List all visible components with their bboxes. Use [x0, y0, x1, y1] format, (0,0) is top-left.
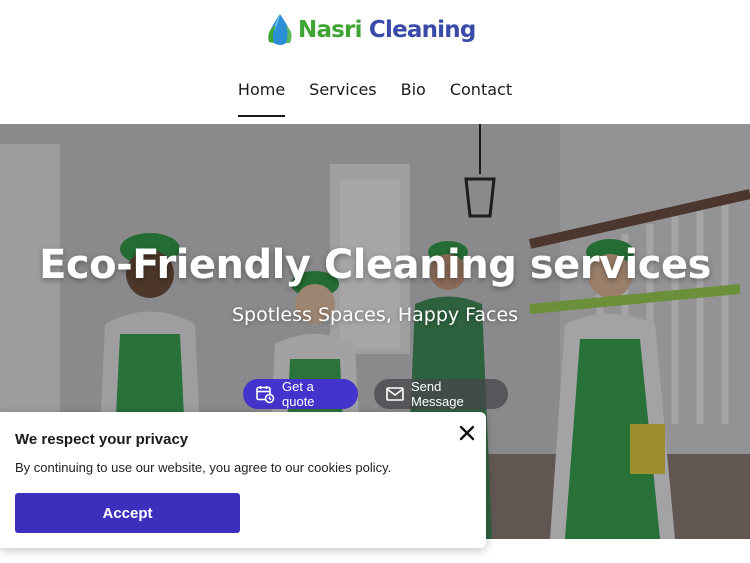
main-nav: Home Services Bio Contact	[0, 80, 750, 117]
privacy-text: By continuing to use our website, you ag…	[15, 460, 392, 475]
nav-item-contact[interactable]: Contact	[450, 80, 512, 117]
get-a-quote-button[interactable]: Get a quote	[243, 379, 358, 409]
send-message-button[interactable]: Send Message	[374, 379, 508, 409]
hero-title: Eco-Friendly Cleaning services	[39, 242, 711, 288]
envelope-icon	[386, 387, 404, 401]
close-icon[interactable]	[456, 422, 478, 444]
nav-item-bio[interactable]: Bio	[401, 80, 426, 117]
brand-name: Nasri Cleaning	[298, 17, 476, 43]
privacy-title: We respect your privacy	[15, 431, 189, 448]
nav-item-services[interactable]: Services	[309, 80, 376, 117]
hero-subtitle: Spotless Spaces, Happy Faces	[231, 304, 519, 326]
nav-item-home[interactable]: Home	[237, 80, 286, 117]
brand-name-part1: Nasri	[298, 17, 362, 43]
water-drop-leaf-icon	[268, 14, 292, 45]
privacy-banner: We respect your privacy By continuing to…	[0, 412, 486, 548]
calendar-clock-icon	[256, 386, 275, 404]
site-header: Nasri Cleaning Home Services Bio Contact	[0, 0, 750, 124]
get-a-quote-label: Get a quote	[282, 379, 315, 409]
accept-button[interactable]: Accept	[15, 493, 240, 533]
site-logo[interactable]: Nasri Cleaning	[266, 10, 476, 50]
send-message-label: Send Message	[411, 379, 464, 409]
brand-name-part2: Cleaning	[368, 17, 476, 43]
hero-buttons: Get a quote Send Message	[243, 379, 508, 409]
